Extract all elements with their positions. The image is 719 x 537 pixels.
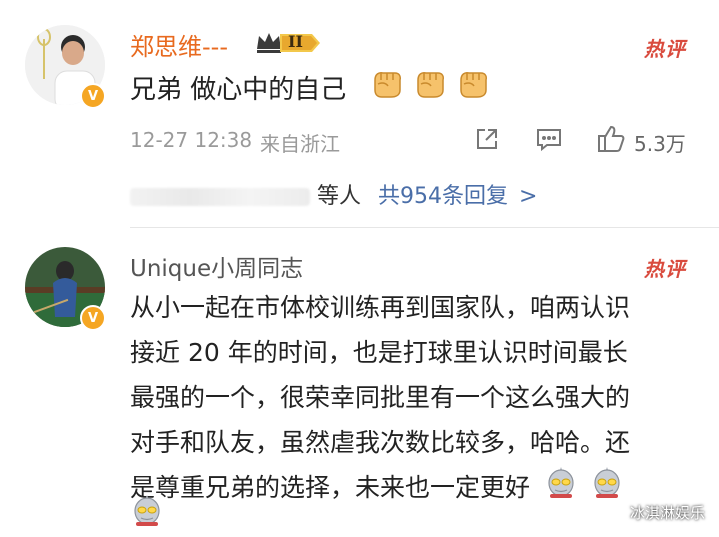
comment-time: 12-27 12:38	[130, 128, 253, 152]
ultraman-emoji-icon	[590, 465, 624, 513]
hot-comment-tag: 热评	[644, 37, 686, 61]
comment-text-line: 对手和队友，虽然虐我次数比较多，哈哈。还	[130, 428, 631, 457]
comment-text-line-last: 是尊重兄弟的选择，未来也一定更好	[130, 465, 630, 513]
emoji-row	[370, 68, 499, 100]
reply-prefix: 等人	[317, 184, 362, 209]
verified-badge-icon: V	[80, 305, 106, 331]
comment-item: V 郑思维--- II 热评 兄弟 做心中的自己 12-27 12:38 来自浙…	[0, 0, 719, 227]
username[interactable]: 郑思维---	[130, 27, 228, 62]
ultraman-emoji-icon	[130, 493, 164, 531]
like-count: 5.3万	[634, 132, 686, 156]
verified-badge-icon: V	[80, 83, 106, 109]
vip-crown-badge-icon[interactable]: II	[254, 29, 324, 61]
fist-emoji-icon	[370, 68, 404, 104]
share-icon[interactable]	[474, 126, 500, 156]
watermark: 冰淇淋娱乐	[629, 504, 705, 522]
reply-summary[interactable]: 等人 共954条回复 >	[130, 178, 537, 210]
username[interactable]: Unique小周同志	[130, 249, 303, 283]
hot-comment-tag: 热评	[644, 257, 686, 281]
comment-text-line: 是尊重兄弟的选择，未来也一定更好	[130, 473, 531, 502]
level-badge-text: II	[288, 32, 303, 51]
comment-text: 兄弟 做心中的自己	[130, 75, 347, 105]
comment-location: 来自浙江	[260, 132, 340, 156]
comment-icon[interactable]	[535, 126, 563, 156]
comment-text-line: 从小一起在市体校训练再到国家队，咱两认识	[130, 293, 631, 322]
ultraman-emoji-icon	[544, 465, 578, 513]
comment-text-line: 最强的一个，很荣幸同批里有一个这么强大的	[130, 383, 631, 412]
comment-item: V Unique小周同志 热评 从小一起在市体校训练再到国家队，咱两认识 接近 …	[0, 227, 719, 537]
comment-body: 从小一起在市体校训练再到国家队，咱两认识 接近 20 年的时间，也是打球里认识时…	[130, 285, 630, 513]
chevron-right-icon: >	[519, 184, 538, 209]
reply-count-link[interactable]: 共954条回复	[378, 184, 508, 209]
fist-emoji-icon	[413, 68, 447, 104]
reply-users-blurred	[130, 188, 310, 206]
comment-text-line: 接近 20 年的时间，也是打球里认识时间最长	[130, 338, 628, 367]
fist-emoji-icon	[456, 68, 490, 104]
like-icon[interactable]	[596, 124, 626, 158]
